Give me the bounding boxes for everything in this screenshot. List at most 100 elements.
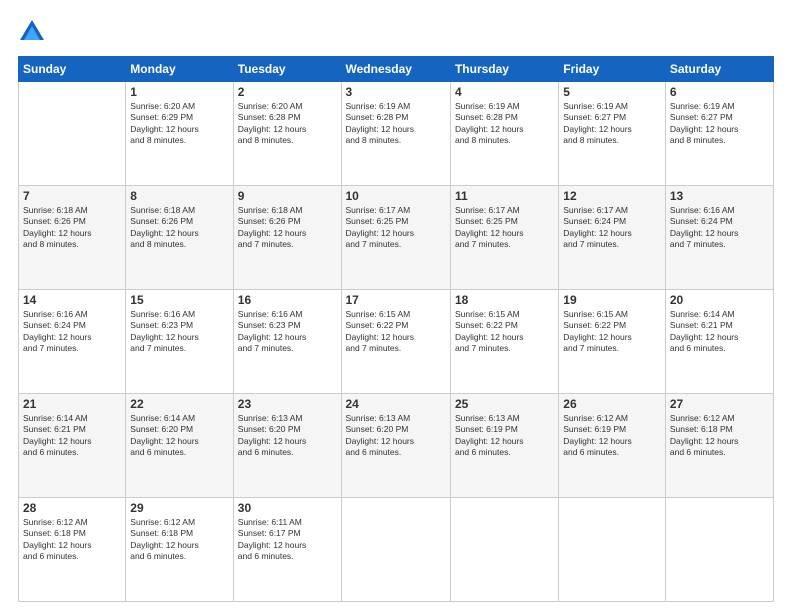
day-number: 22 [130,397,228,411]
day-number: 10 [346,189,446,203]
day-number: 19 [563,293,661,307]
day-info: Sunrise: 6:19 AM Sunset: 6:27 PM Dayligh… [563,101,661,147]
header-cell-sunday: Sunday [19,57,126,82]
header-cell-tuesday: Tuesday [233,57,341,82]
day-number: 17 [346,293,446,307]
day-info: Sunrise: 6:19 AM Sunset: 6:28 PM Dayligh… [346,101,446,147]
day-cell: 12 Sunrise: 6:17 AM Sunset: 6:24 PM Dayli… [559,186,666,290]
day-cell: 24 Sunrise: 6:13 AM Sunset: 6:20 PM Dayli… [341,394,450,498]
day-cell: 26Sunrise: 6:12 AM Sunset: 6:19 PM Dayli… [559,394,666,498]
day-cell: 6Sunrise: 6:19 AM Sunset: 6:27 PM Daylig… [665,82,773,186]
day-info: Sunrise: 6:18 AM Sunset: 6:26 PM Dayligh… [23,205,121,251]
day-info: Sunrise: 6:15 AM Sunset: 6:22 PM Dayligh… [455,309,554,355]
day-cell: 5Sunrise: 6:19 AM Sunset: 6:27 PM Daylig… [559,82,666,186]
day-number: 24 [346,397,446,411]
day-number: 28 [23,501,121,515]
day-cell: 8Sunrise: 6:18 AM Sunset: 6:26 PM Daylig… [126,186,233,290]
week-row-5: 28 Sunrise: 6:12 AM Sunset: 6:18 PM Dayli… [19,498,774,602]
day-info: Sunrise: 6:17 AM Sunset: 6:25 PM Dayligh… [455,205,554,251]
day-info: Sunrise: 6:20 AM Sunset: 6:29 PM Dayligh… [130,101,228,147]
day-number: 21 [23,397,121,411]
header-cell-thursday: Thursday [450,57,558,82]
calendar-table: SundayMondayTuesdayWednesdayThursdayFrid… [18,56,774,602]
day-number: 6 [670,85,769,99]
day-cell: 2Sunrise: 6:20 AM Sunset: 6:28 PM Daylig… [233,82,341,186]
day-info: Sunrise: 6:13 AM Sunset: 6:20 PM Dayligh… [238,413,337,459]
day-number: 2 [238,85,337,99]
day-info: Sunrise: 6:14 AM Sunset: 6:20 PM Dayligh… [130,413,228,459]
day-cell: 17 Sunrise: 6:15 AM Sunset: 6:22 PM Dayli… [341,290,450,394]
calendar-header: SundayMondayTuesdayWednesdayThursdayFrid… [19,57,774,82]
day-number: 23 [238,397,337,411]
day-number: 25 [455,397,554,411]
week-row-3: 14Sunrise: 6:16 AM Sunset: 6:24 PM Dayli… [19,290,774,394]
day-cell: 1 Sunrise: 6:20 AM Sunset: 6:29 PM Daylig… [126,82,233,186]
day-info: Sunrise: 6:17 AM Sunset: 6:25 PM Dayligh… [346,205,446,251]
day-info: Sunrise: 6:11 AM Sunset: 6:17 PM Dayligh… [238,517,337,563]
calendar: SundayMondayTuesdayWednesdayThursdayFrid… [18,56,774,602]
logo [18,18,50,46]
header-cell-monday: Monday [126,57,233,82]
day-number: 1 [130,85,228,99]
day-cell: 4Sunrise: 6:19 AM Sunset: 6:28 PM Daylig… [450,82,558,186]
header-row: SundayMondayTuesdayWednesdayThursdayFrid… [19,57,774,82]
day-cell: 29 Sunrise: 6:12 AM Sunset: 6:18 PM Dayli… [126,498,233,602]
day-cell: 25 Sunrise: 6:13 AM Sunset: 6:19 PM Dayli… [450,394,558,498]
day-cell: 20Sunrise: 6:14 AM Sunset: 6:21 PM Dayli… [665,290,773,394]
day-cell: 15Sunrise: 6:16 AM Sunset: 6:23 PM Dayli… [126,290,233,394]
day-number: 27 [670,397,769,411]
day-info: Sunrise: 6:17 AM Sunset: 6:24 PM Dayligh… [563,205,661,251]
week-row-2: 7 Sunrise: 6:18 AM Sunset: 6:26 PM Daylig… [19,186,774,290]
day-info: Sunrise: 6:13 AM Sunset: 6:20 PM Dayligh… [346,413,446,459]
day-cell: 28 Sunrise: 6:12 AM Sunset: 6:18 PM Dayli… [19,498,126,602]
day-info: Sunrise: 6:12 AM Sunset: 6:18 PM Dayligh… [23,517,121,563]
day-cell [19,82,126,186]
day-info: Sunrise: 6:14 AM Sunset: 6:21 PM Dayligh… [23,413,121,459]
day-cell: 13 Sunrise: 6:16 AM Sunset: 6:24 PM Dayli… [665,186,773,290]
day-info: Sunrise: 6:12 AM Sunset: 6:19 PM Dayligh… [563,413,661,459]
header [18,18,774,46]
week-row-1: 1 Sunrise: 6:20 AM Sunset: 6:29 PM Daylig… [19,82,774,186]
day-info: Sunrise: 6:18 AM Sunset: 6:26 PM Dayligh… [238,205,337,251]
day-info: Sunrise: 6:14 AM Sunset: 6:21 PM Dayligh… [670,309,769,355]
day-cell [559,498,666,602]
day-cell: 14Sunrise: 6:16 AM Sunset: 6:24 PM Dayli… [19,290,126,394]
day-cell: 7 Sunrise: 6:18 AM Sunset: 6:26 PM Daylig… [19,186,126,290]
day-cell: 9 Sunrise: 6:18 AM Sunset: 6:26 PM Daylig… [233,186,341,290]
day-cell [665,498,773,602]
day-cell: 30 Sunrise: 6:11 AM Sunset: 6:17 PM Dayli… [233,498,341,602]
day-number: 3 [346,85,446,99]
day-cell: 11Sunrise: 6:17 AM Sunset: 6:25 PM Dayli… [450,186,558,290]
day-cell: 16 Sunrise: 6:16 AM Sunset: 6:23 PM Dayli… [233,290,341,394]
day-number: 29 [130,501,228,515]
header-cell-saturday: Saturday [665,57,773,82]
day-number: 13 [670,189,769,203]
week-row-4: 21 Sunrise: 6:14 AM Sunset: 6:21 PM Dayli… [19,394,774,498]
day-number: 7 [23,189,121,203]
day-cell [341,498,450,602]
day-number: 18 [455,293,554,307]
day-info: Sunrise: 6:12 AM Sunset: 6:18 PM Dayligh… [670,413,769,459]
day-info: Sunrise: 6:16 AM Sunset: 6:24 PM Dayligh… [23,309,121,355]
page: SundayMondayTuesdayWednesdayThursdayFrid… [0,0,792,612]
day-info: Sunrise: 6:12 AM Sunset: 6:18 PM Dayligh… [130,517,228,563]
header-cell-friday: Friday [559,57,666,82]
day-cell: 21 Sunrise: 6:14 AM Sunset: 6:21 PM Dayli… [19,394,126,498]
day-cell: 23 Sunrise: 6:13 AM Sunset: 6:20 PM Dayli… [233,394,341,498]
day-info: Sunrise: 6:16 AM Sunset: 6:23 PM Dayligh… [130,309,228,355]
day-number: 12 [563,189,661,203]
day-number: 9 [238,189,337,203]
day-cell: 3 Sunrise: 6:19 AM Sunset: 6:28 PM Daylig… [341,82,450,186]
day-info: Sunrise: 6:13 AM Sunset: 6:19 PM Dayligh… [455,413,554,459]
day-number: 30 [238,501,337,515]
logo-icon [18,18,46,46]
header-cell-wednesday: Wednesday [341,57,450,82]
day-info: Sunrise: 6:15 AM Sunset: 6:22 PM Dayligh… [563,309,661,355]
day-info: Sunrise: 6:16 AM Sunset: 6:23 PM Dayligh… [238,309,337,355]
day-number: 8 [130,189,228,203]
day-number: 16 [238,293,337,307]
day-cell: 22 Sunrise: 6:14 AM Sunset: 6:20 PM Dayli… [126,394,233,498]
day-info: Sunrise: 6:15 AM Sunset: 6:22 PM Dayligh… [346,309,446,355]
calendar-body: 1 Sunrise: 6:20 AM Sunset: 6:29 PM Daylig… [19,82,774,602]
day-info: Sunrise: 6:16 AM Sunset: 6:24 PM Dayligh… [670,205,769,251]
